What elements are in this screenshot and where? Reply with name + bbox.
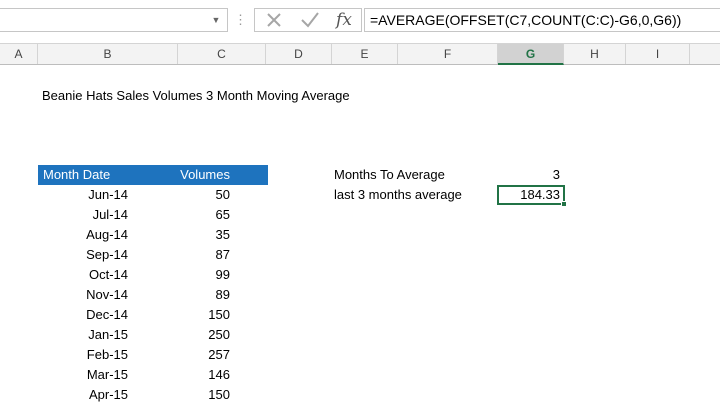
vertical-dots-icon[interactable]: ⋮ — [234, 10, 247, 30]
volume-cell[interactable]: 257 — [158, 345, 230, 365]
header-volumes[interactable]: Volumes — [158, 165, 230, 185]
name-box[interactable]: ▼ — [0, 8, 228, 32]
months-to-average-label[interactable]: Months To Average — [334, 165, 445, 185]
volume-cell[interactable]: 50 — [158, 185, 230, 205]
volume-cell[interactable]: 65 — [158, 205, 230, 225]
months-to-average-value[interactable]: 3 — [498, 165, 560, 185]
column-header-h[interactable]: H — [564, 44, 626, 64]
header-month-date[interactable]: Month Date — [43, 165, 110, 185]
column-header-e[interactable]: E — [332, 44, 398, 64]
month-date-cell[interactable]: Feb-15 — [38, 345, 128, 365]
volume-cell[interactable]: 250 — [158, 325, 230, 345]
month-date-cell[interactable]: Sep-14 — [38, 245, 128, 265]
chevron-down-icon[interactable]: ▼ — [209, 13, 223, 27]
column-header-d[interactable]: D — [266, 44, 332, 64]
last-average-label[interactable]: last 3 months average — [334, 185, 462, 205]
month-date-cell[interactable]: Mar-15 — [38, 365, 128, 385]
volume-cell[interactable]: 35 — [158, 225, 230, 245]
month-date-cell[interactable]: Apr-15 — [38, 385, 128, 405]
cancel-button[interactable] — [259, 9, 289, 31]
month-date-cell[interactable]: Dec-14 — [38, 305, 128, 325]
formula-bar: ▼ ⋮ fx =AVERAGE(OFFSET(C7,COUNT(C:C)-G6,… — [0, 0, 720, 43]
insert-function-button[interactable]: fx — [329, 9, 359, 31]
active-cell-border — [497, 185, 565, 205]
column-header-g[interactable]: G — [498, 44, 564, 65]
month-date-cell[interactable]: Jan-15 — [38, 325, 128, 345]
fill-handle[interactable] — [561, 201, 567, 207]
formula-buttons: fx — [254, 8, 362, 32]
volume-cell[interactable]: 146 — [158, 365, 230, 385]
month-date-cell[interactable]: Jun-14 — [38, 185, 128, 205]
check-icon — [301, 12, 319, 28]
volume-cell[interactable]: 150 — [158, 305, 230, 325]
month-date-cell[interactable]: Jul-14 — [38, 205, 128, 225]
sheet-title[interactable]: Beanie Hats Sales Volumes 3 Month Moving… — [42, 86, 350, 106]
volume-cell[interactable]: 89 — [158, 285, 230, 305]
volume-cell[interactable]: 150 — [158, 385, 230, 405]
month-date-cell[interactable]: Oct-14 — [38, 265, 128, 285]
volume-cell[interactable]: 99 — [158, 265, 230, 285]
column-header-i[interactable]: I — [626, 44, 690, 64]
enter-button[interactable] — [295, 9, 325, 31]
column-headers: A B C D E F G H I — [0, 43, 720, 65]
column-header-c[interactable]: C — [178, 44, 266, 64]
column-header-b[interactable]: B — [38, 44, 178, 64]
month-date-cell[interactable]: Nov-14 — [38, 285, 128, 305]
column-header-a[interactable]: A — [0, 44, 38, 64]
column-header-f[interactable]: F — [398, 44, 498, 64]
month-date-cell[interactable]: Aug-14 — [38, 225, 128, 245]
volume-cell[interactable]: 87 — [158, 245, 230, 265]
close-icon — [267, 13, 281, 27]
formula-input[interactable]: =AVERAGE(OFFSET(C7,COUNT(C:C)-G6,0,G6)) — [364, 8, 720, 32]
